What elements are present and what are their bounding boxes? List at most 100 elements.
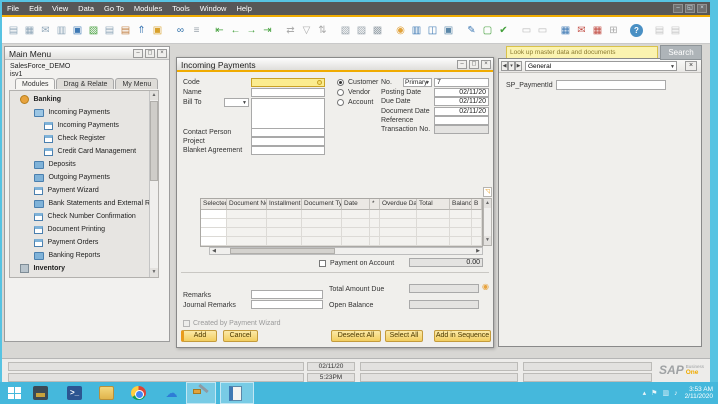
magnify-window-icon[interactable]: ▣ [442, 24, 455, 37]
table-cell[interactable] [342, 219, 370, 228]
menu-view[interactable]: View [52, 4, 68, 13]
table-cell[interactable] [227, 210, 267, 219]
table-cell[interactable] [380, 228, 417, 237]
payment-means-icon[interactable]: ◉ [394, 24, 407, 37]
table-cell[interactable] [472, 219, 482, 228]
refresh-icon[interactable]: ⇄ [284, 24, 297, 37]
bill-to-dropdown[interactable]: ▼ [224, 98, 249, 107]
table-cell[interactable] [267, 237, 302, 246]
column-header-overdue-days[interactable]: Overdue Days [380, 199, 417, 210]
sidebar-item-incoming-payments[interactable]: Incoming Payments [44, 119, 158, 132]
next-category-icon[interactable]: ▶ [515, 61, 522, 71]
menu-window[interactable]: Window [200, 4, 227, 13]
tab-my-menu[interactable]: My Menu [115, 78, 159, 89]
vendor-radio[interactable] [337, 89, 344, 96]
column-header-total[interactable]: Total [417, 199, 450, 210]
table-cell[interactable] [227, 219, 267, 228]
split-window-icon[interactable]: ◫ [426, 24, 439, 37]
expand-table-icon[interactable]: ◹ [483, 187, 492, 197]
customer-radio[interactable] [337, 79, 344, 86]
scroll-down-icon[interactable]: ▼ [484, 236, 491, 245]
account-radio[interactable] [337, 99, 344, 106]
network-icon[interactable]: ▥ [662, 389, 669, 397]
calendar-icon[interactable]: ▦ [559, 24, 572, 37]
table-cell[interactable] [472, 228, 482, 237]
action-center-flag-icon[interactable]: ⚑ [651, 389, 657, 397]
menu-data[interactable]: Data [78, 4, 94, 13]
add-in-sequence-button[interactable]: Add in Sequence [434, 330, 491, 342]
table-row[interactable] [201, 237, 482, 246]
table-cell[interactable] [201, 210, 227, 219]
table-cell[interactable] [267, 228, 302, 237]
scroll-up-icon[interactable]: ▲ [150, 91, 158, 100]
vendor-radio-label[interactable]: Vendor [348, 89, 370, 96]
list-icon[interactable]: ≡ [190, 24, 203, 37]
menu-help[interactable]: Help [236, 4, 251, 13]
restore-icon[interactable]: ◱ [685, 4, 695, 13]
server-manager-icon[interactable] [33, 386, 48, 400]
deselect-all-button[interactable]: Deselect All [331, 330, 381, 342]
sidebar-item-payment-orders[interactable]: Payment Orders [34, 236, 158, 249]
table-horizontal-scrollbar[interactable]: ◀ ▶ [209, 247, 483, 255]
table-row[interactable] [201, 210, 482, 219]
customer-radio-label[interactable]: Customer [348, 79, 378, 86]
chrome-icon[interactable] [131, 386, 146, 400]
reference-field[interactable] [434, 116, 489, 125]
column-header-selected[interactable]: Selected [201, 199, 227, 210]
scroll-down-icon[interactable]: ▼ [150, 268, 158, 277]
sp-paymentid-field[interactable] [556, 80, 666, 90]
sidebar-item-credit-card-management[interactable]: Credit Card Management [44, 145, 158, 158]
column-header-asterisk[interactable]: * [370, 199, 380, 210]
copy-icon[interactable]: ▧ [339, 24, 352, 37]
export-word-icon[interactable]: ▤ [103, 24, 116, 37]
comment2-icon[interactable]: ▭ [536, 24, 549, 37]
table-cell[interactable] [302, 237, 342, 246]
last-record-icon[interactable]: ⇥ [261, 24, 274, 37]
scroll-right-icon[interactable]: ▶ [474, 248, 482, 254]
lock-icon[interactable]: ▣ [151, 24, 164, 37]
table-cell[interactable] [342, 228, 370, 237]
table-cell[interactable] [370, 237, 380, 246]
start-button[interactable] [8, 387, 21, 399]
contact-person-field[interactable] [251, 128, 325, 137]
account-radio-label[interactable]: Account [348, 99, 373, 106]
add-button[interactable]: Add [181, 330, 217, 342]
remarks-field[interactable] [251, 290, 323, 299]
table-cell[interactable] [370, 210, 380, 219]
table-cell[interactable] [380, 219, 417, 228]
cloud-app-icon[interactable]: ☁ [164, 386, 179, 400]
close-icon[interactable]: × [481, 60, 491, 69]
table-cell[interactable] [450, 219, 472, 228]
report-alert-icon[interactable]: ▦ [591, 24, 604, 37]
help-icon[interactable]: ? [630, 23, 643, 37]
table-row[interactable] [201, 228, 482, 237]
table-cell[interactable] [472, 237, 482, 246]
org-chart-icon[interactable]: ⊞ [607, 24, 620, 37]
launch-app-icon[interactable]: ⇑ [135, 24, 148, 37]
scroll-thumb[interactable] [150, 101, 158, 181]
comment-icon[interactable]: ▭ [520, 24, 533, 37]
menu-modules[interactable]: Modules [134, 4, 162, 13]
sidebar-item-outgoing-payments[interactable]: Outgoing Payments [34, 171, 158, 184]
tab-modules[interactable]: Modules [15, 78, 56, 89]
document-number-field[interactable]: 7 [434, 78, 489, 87]
menu-goto[interactable]: Go To [104, 4, 124, 13]
table-cell[interactable] [342, 237, 370, 246]
table-cell[interactable] [267, 219, 302, 228]
close-panel-icon[interactable]: × [685, 61, 697, 71]
table-cell[interactable] [201, 228, 227, 237]
sidebar-item-incoming-payments-folder[interactable]: Incoming Payments [34, 106, 158, 119]
table-cell[interactable] [342, 210, 370, 219]
column-header-document-no[interactable]: Document No. [227, 199, 267, 210]
select-all-button[interactable]: Select All [385, 330, 423, 342]
table-cell[interactable] [201, 237, 227, 246]
sort-icon[interactable]: ⇅ [316, 24, 329, 37]
print-icon[interactable]: ▦ [23, 24, 36, 37]
sidebar-item-check-register[interactable]: Check Register [44, 132, 158, 145]
name-field[interactable] [251, 88, 325, 97]
table-cell[interactable] [450, 210, 472, 219]
code-field[interactable] [251, 78, 325, 87]
taskbar-clock[interactable]: 3:53 AM 2/11/2020 [685, 386, 713, 400]
email-icon[interactable]: ✉ [39, 24, 52, 37]
close-icon[interactable]: × [697, 4, 707, 13]
